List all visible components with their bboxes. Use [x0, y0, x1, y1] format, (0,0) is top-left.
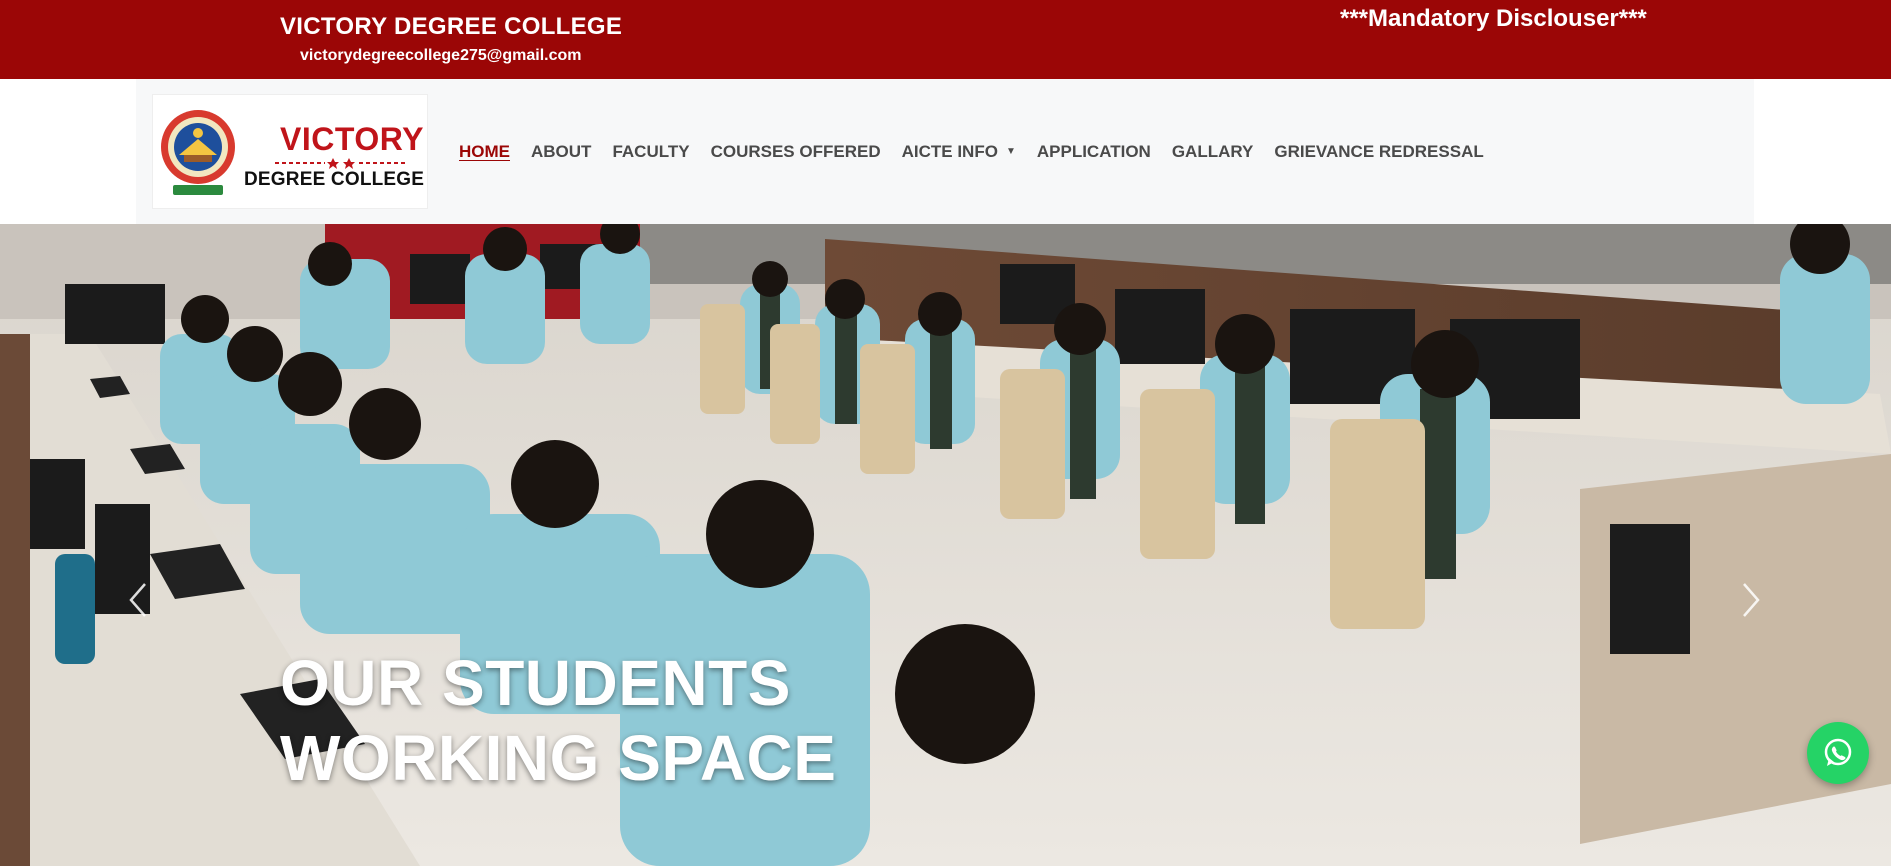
- college-seal-icon: [161, 110, 235, 195]
- caret-down-icon: ▼: [1005, 146, 1016, 157]
- whatsapp-icon: [1824, 738, 1852, 766]
- chevron-right-icon: [1743, 583, 1760, 617]
- mandatory-disclosure-link[interactable]: ***Mandatory Disclouser***: [1340, 5, 1647, 33]
- hero-caption-line-1: OUR STUDENTS: [280, 647, 791, 719]
- nav-aicte-info-label: AICTE INFO: [901, 141, 998, 161]
- navbar: VICTORY DEGREE COLLEGE HOME ABOUT FACULT…: [136, 79, 1754, 224]
- nav-aicte-info[interactable]: AICTE INFO ▼: [902, 142, 1016, 162]
- nav-application[interactable]: APPLICATION: [1037, 142, 1151, 162]
- nav-grievance-redressal[interactable]: GRIEVANCE REDRESSAL: [1274, 142, 1483, 162]
- nav-faculty[interactable]: FACULTY: [612, 142, 689, 162]
- nav-about[interactable]: ABOUT: [531, 142, 591, 162]
- carousel-next-button[interactable]: [1731, 570, 1771, 630]
- nav-home[interactable]: HOME: [459, 142, 510, 162]
- logo-divider: [275, 158, 407, 169]
- top-bar: VICTORY DEGREE COLLEGE victorydegreecoll…: [0, 0, 1891, 79]
- main-menu: HOME ABOUT FACULTY COURSES OFFERED AICTE…: [459, 79, 1505, 224]
- college-email[interactable]: victorydegreecollege275@gmail.com: [300, 47, 582, 65]
- college-logo[interactable]: VICTORY DEGREE COLLEGE: [152, 94, 428, 209]
- carousel-prev-button[interactable]: [118, 570, 158, 630]
- logo-title: VICTORY: [280, 121, 424, 157]
- header: VICTORY DEGREE COLLEGE HOME ABOUT FACULT…: [0, 79, 1891, 224]
- logo-subtitle: DEGREE COLLEGE: [244, 169, 425, 190]
- college-name: VICTORY DEGREE COLLEGE: [280, 13, 623, 40]
- chevron-left-icon: [129, 583, 146, 617]
- hero-caption-line-2: WORKING SPACE: [280, 722, 837, 794]
- nav-gallary[interactable]: GALLARY: [1172, 142, 1254, 162]
- hero-caption: OUR STUDENTS WORKING SPACE: [280, 646, 836, 796]
- hero-carousel: OUR STUDENTS WORKING SPACE: [0, 224, 1891, 866]
- whatsapp-button[interactable]: [1807, 722, 1869, 784]
- nav-courses-offered[interactable]: COURSES OFFERED: [711, 142, 881, 162]
